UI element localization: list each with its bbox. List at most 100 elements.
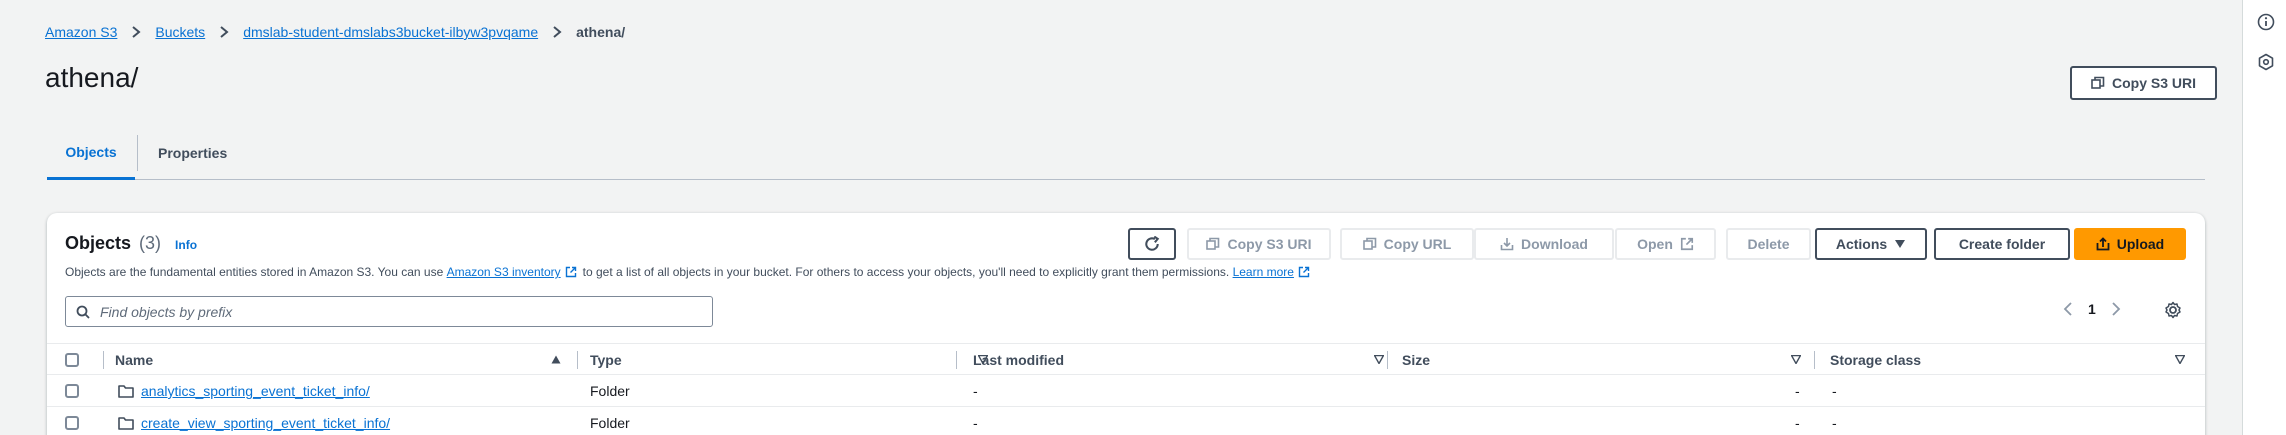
type-cell: Folder <box>590 383 630 399</box>
page-title: athena/ <box>45 62 139 93</box>
page-number[interactable]: 1 <box>2088 301 2096 317</box>
copy-url-button[interactable]: Copy URL <box>1340 228 1474 260</box>
info-link[interactable]: Info <box>175 238 197 252</box>
search-input[interactable] <box>100 303 700 320</box>
tab-divider <box>137 135 138 171</box>
last-modified-cell: - <box>973 415 978 431</box>
column-storage-class-label: Storage class <box>1830 352 1922 368</box>
copy-icon <box>1362 237 1376 250</box>
row-checkbox[interactable] <box>65 384 79 398</box>
table-row[interactable]: analytics_sporting_event_ticket_info/ Fo… <box>47 375 2205 407</box>
copy-s3-uri-toolbar-label: Copy S3 URI <box>1227 236 1312 252</box>
folder-icon <box>118 385 134 398</box>
chevron-left-icon[interactable] <box>2062 302 2074 316</box>
actions-dropdown-button[interactable]: Actions <box>1815 228 1927 260</box>
open-button[interactable]: Open <box>1615 228 1716 260</box>
sort-ascending-icon[interactable] <box>551 355 561 364</box>
column-divider <box>103 351 104 369</box>
pagination: 1 <box>2062 301 2122 317</box>
column-divider <box>577 351 578 369</box>
chevron-right-icon <box>220 26 229 38</box>
column-header-name[interactable]: Name <box>115 344 565 376</box>
copy-icon <box>2091 76 2105 89</box>
chevron-right-icon[interactable] <box>2110 302 2122 316</box>
actions-label: Actions <box>1835 236 1888 252</box>
select-all-checkbox[interactable] <box>65 353 79 367</box>
upload-button[interactable]: Upload <box>2074 228 2186 260</box>
tab-list: Objects Properties <box>47 126 2205 180</box>
search-icon <box>76 305 90 319</box>
info-icon[interactable] <box>2257 13 2275 31</box>
breadcrumb-current: athena/ <box>576 24 626 40</box>
delete-label: Delete <box>1747 236 1790 252</box>
last-modified-cell: - <box>973 383 978 399</box>
learn-more-link[interactable]: Learn more <box>1233 265 1294 279</box>
breadcrumb-link-buckets[interactable]: Buckets <box>155 24 205 40</box>
type-cell: Folder <box>590 415 630 431</box>
folder-icon <box>118 417 134 430</box>
upload-icon <box>2096 237 2110 251</box>
column-header-type[interactable]: Type <box>590 344 990 376</box>
row-checkbox[interactable] <box>65 416 79 430</box>
column-divider <box>1814 351 1815 369</box>
s3-inventory-link[interactable]: Amazon S3 inventory <box>447 265 561 279</box>
download-icon <box>1500 238 1514 251</box>
download-label: Download <box>1521 236 1588 252</box>
create-folder-button[interactable]: Create folder <box>1934 228 2070 260</box>
column-divider <box>956 351 957 369</box>
refresh-button[interactable] <box>1128 228 1176 260</box>
description-text-2: to get a list of all objects in your buc… <box>582 265 1233 279</box>
copy-url-label: Copy URL <box>1383 236 1452 252</box>
table-header: Name Type Last modified Size Storage cla… <box>47 343 2205 375</box>
column-size-label: Size <box>1402 352 1431 368</box>
copy-icon <box>1206 237 1220 250</box>
description-text-1: Objects are the fundamental entities sto… <box>65 265 447 279</box>
column-header-size[interactable]: Size <box>1402 344 1852 376</box>
tools-rail <box>2242 0 2286 435</box>
sort-caret-icon[interactable] <box>1791 355 1801 364</box>
column-header-storage-class[interactable]: Storage class <box>1830 344 2190 376</box>
external-link-icon <box>565 266 576 278</box>
copy-s3-uri-toolbar-button[interactable]: Copy S3 URI <box>1187 228 1331 260</box>
chevron-right-icon <box>553 26 562 38</box>
copy-s3-uri-button[interactable]: Copy S3 URI <box>2070 66 2217 100</box>
create-folder-label: Create folder <box>1958 236 2046 252</box>
objects-panel-title: Objects <box>65 233 132 253</box>
caret-down-icon <box>1895 240 1906 248</box>
sort-caret-icon[interactable] <box>1374 355 1384 364</box>
name-cell: create_view_sporting_event_ticket_info/ <box>118 407 390 435</box>
column-header-last-modified[interactable]: Last modified <box>973 344 1423 376</box>
sort-caret-icon[interactable] <box>2175 355 2185 364</box>
breadcrumb-link-bucket[interactable]: dmslab-student-dmslabs3bucket-ilbyw3pvqa… <box>243 24 538 40</box>
objects-panel-description: Objects are the fundamental entities sto… <box>65 265 1316 279</box>
tab-objects[interactable]: Objects <box>47 126 135 180</box>
table-row[interactable]: create_view_sporting_event_ticket_info/ … <box>47 407 2205 435</box>
column-type-label: Type <box>590 352 622 368</box>
objects-panel-header: Objects (3) Info <box>65 233 197 254</box>
storage-class-cell: - <box>1832 415 1837 431</box>
external-link-icon <box>1298 266 1310 278</box>
open-label: Open <box>1637 236 1673 252</box>
size-cell: - <box>1795 383 1800 399</box>
refresh-icon <box>1145 236 1160 251</box>
object-name-link[interactable]: create_view_sporting_event_ticket_info/ <box>141 415 390 431</box>
breadcrumb-link-amazon-s3[interactable]: Amazon S3 <box>45 24 117 40</box>
settings-gear-icon[interactable] <box>2164 301 2182 319</box>
column-last-modified-label: Last modified <box>973 352 1065 368</box>
chevron-right-icon <box>132 26 141 38</box>
external-link-icon <box>1680 237 1693 251</box>
column-name-label: Name <box>115 352 154 368</box>
search-box <box>65 296 713 327</box>
objects-count: (3) <box>139 233 162 253</box>
help-hexagon-icon[interactable] <box>2257 53 2275 71</box>
column-divider <box>1387 351 1388 369</box>
breadcrumb: Amazon S3 Buckets dmslab-student-dmslabs… <box>45 22 625 42</box>
size-cell: - <box>1795 415 1800 431</box>
download-button[interactable]: Download <box>1474 228 1614 260</box>
delete-button[interactable]: Delete <box>1726 228 1811 260</box>
tab-properties[interactable]: Properties <box>158 126 227 180</box>
object-name-link[interactable]: analytics_sporting_event_ticket_info/ <box>141 383 370 399</box>
name-cell: analytics_sporting_event_ticket_info/ <box>118 375 370 407</box>
upload-label: Upload <box>2116 236 2165 252</box>
objects-panel: Objects (3) Info Objects are the fundame… <box>47 213 2205 435</box>
